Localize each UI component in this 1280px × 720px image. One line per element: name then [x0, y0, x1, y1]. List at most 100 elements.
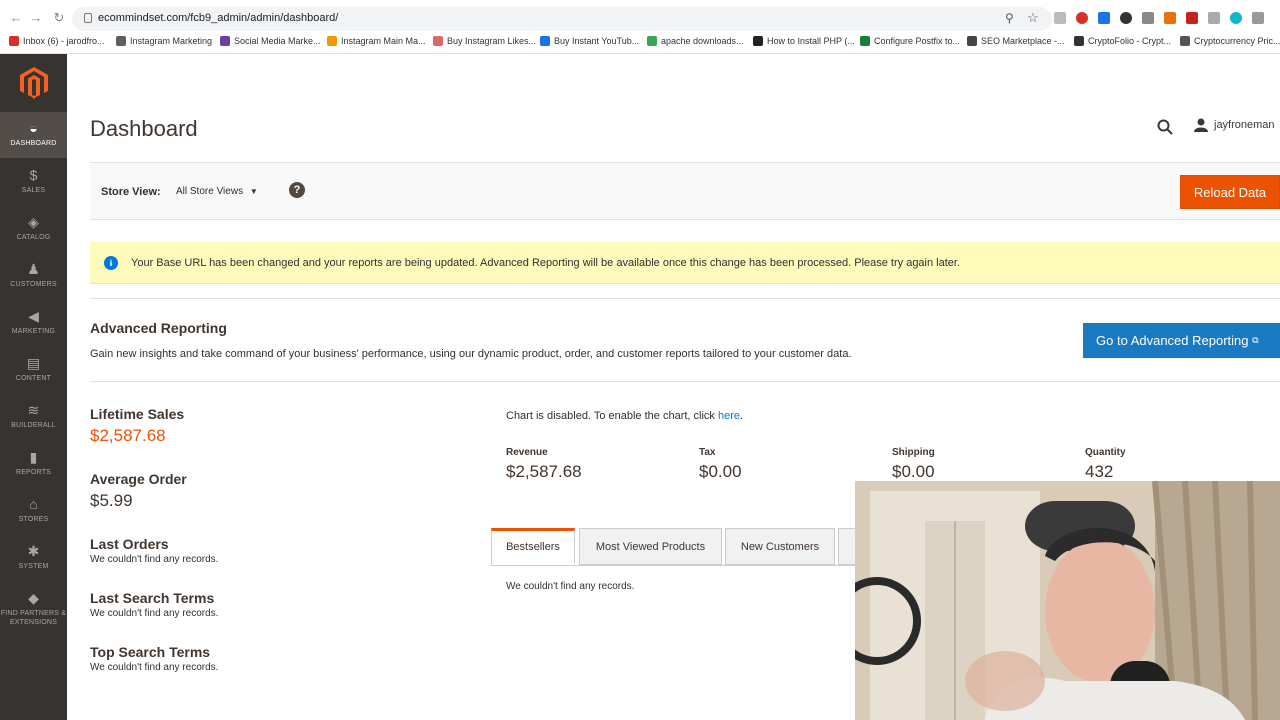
bookmark-favicon-icon [433, 36, 443, 46]
forward-arrow-icon[interactable]: → [28, 10, 44, 25]
lock-icon [84, 13, 92, 23]
system-notice: i Your Base URL has been changed and you… [90, 242, 1280, 284]
sidebar-item-label: SYSTEM [18, 563, 49, 570]
content-icon: ▤ [26, 355, 41, 371]
help-icon[interactable]: ? [289, 182, 305, 198]
sidebar-item-customers[interactable]: ♟ CUSTOMERS [0, 253, 67, 299]
bookmark-item[interactable]: apache downloads... [647, 36, 744, 46]
user-menu[interactable]: jayfroneman ▼ [1194, 118, 1280, 132]
bookmark-label: Configure Postfix to... [874, 36, 961, 46]
sidebar-item-stores[interactable]: ⌂ STORES [0, 488, 67, 534]
dollar-icon: $ [29, 167, 38, 183]
bookmark-label: Social Media Marke... [234, 36, 321, 46]
sidebar-item-system[interactable]: ✱ SYSTEM [0, 535, 67, 581]
quantity-label: Quantity [1085, 447, 1126, 458]
bookmark-item[interactable]: Cryptocurrency Pric... [1180, 36, 1280, 46]
enable-chart-link[interactable]: here [718, 410, 740, 422]
sidebar-item-catalog[interactable]: ◈ CATALOG [0, 206, 67, 252]
tab-most-viewed-products[interactable]: Most Viewed Products [579, 528, 722, 565]
address-row: ← → ↻ ecommindset.com/fcb9_admin/admin/d… [0, 4, 1280, 32]
bookmark-item[interactable]: Buy Instagram Likes... [433, 36, 536, 46]
extension-chart-icon[interactable] [1186, 12, 1198, 24]
bookmarks-bar: Inbox (6) - jarodfro... Instagram Marketi… [0, 34, 1280, 50]
reload-page-icon[interactable]: ↻ [51, 10, 67, 26]
extension-adblock-icon[interactable] [1076, 12, 1088, 24]
sidebar-item-label: CATALOG [16, 234, 51, 241]
bookmark-item[interactable]: Inbox (6) - jarodfro... [9, 36, 105, 46]
bookmark-label: Instagram Main Ma... [341, 36, 426, 46]
username: jayfroneman [1214, 119, 1275, 131]
extension-teal-icon[interactable] [1230, 12, 1242, 24]
bookmark-label: SEO Marketplace -... [981, 36, 1065, 46]
bookmark-item[interactable]: SEO Marketplace -... [967, 36, 1065, 46]
sidebar-item-content[interactable]: ▤ CONTENT [0, 347, 67, 393]
store-view-selected: All Store Views [176, 186, 244, 197]
sidebar-item-label: MARKETING [11, 328, 56, 335]
extension-menu-icon[interactable] [1252, 12, 1264, 24]
extensions-icon: ◆ [28, 590, 39, 606]
extension-iq-icon[interactable] [1098, 12, 1110, 24]
tax-value: $0.00 [699, 462, 742, 481]
reload-data-button[interactable]: Reload Data [1180, 175, 1280, 209]
search-icon[interactable] [1157, 119, 1173, 135]
sidebar-item-reports[interactable]: ▮ REPORTS [0, 441, 67, 487]
zoom-icon[interactable]: ⚲ [1005, 11, 1014, 25]
tab-empty-message: We couldn't find any records. [506, 581, 635, 592]
magento-logo-icon [19, 67, 48, 99]
tab-new-customers[interactable]: New Customers [725, 528, 835, 565]
external-link-icon: ⧉ [1252, 335, 1259, 345]
bookmark-label: Buy Instagram Likes... [447, 36, 537, 46]
extension-gray-icon[interactable] [1208, 12, 1220, 24]
extension-grid-icon[interactable] [1142, 12, 1154, 24]
extension-cloud-icon[interactable] [1054, 12, 1066, 24]
extension-dark-icon[interactable] [1120, 12, 1132, 24]
advanced-reporting-button[interactable]: Go to Advanced Reporting ⧉ [1083, 323, 1280, 358]
advanced-reporting-description: Gain new insights and take command of yo… [90, 348, 852, 360]
bookmark-label: Instagram Marketing [130, 36, 213, 46]
sidebar-item-marketing[interactable]: ◀ MARKETING [0, 300, 67, 346]
tab-bestsellers[interactable]: Bestsellers [491, 528, 575, 565]
revenue-label: Revenue [506, 447, 548, 458]
store-view-switcher[interactable]: All Store Views ▼ [176, 186, 258, 197]
extension-code-icon[interactable] [1164, 12, 1176, 24]
back-arrow-icon[interactable]: ← [8, 10, 24, 25]
gear-icon: ✱ [27, 543, 40, 559]
bookmark-favicon-icon [116, 36, 126, 46]
bookmark-item[interactable]: Instagram Marketing [116, 36, 212, 46]
bookmark-item[interactable]: Instagram Main Ma... [327, 36, 426, 46]
bookmark-item[interactable]: How to Install PHP (... [753, 36, 855, 46]
bookmark-label: Inbox (6) - jarodfro... [23, 36, 105, 46]
bookmark-favicon-icon [1180, 36, 1190, 46]
bookmark-label: How to Install PHP (... [767, 36, 855, 46]
last-search-terms-empty: We couldn't find any records. [90, 608, 219, 619]
address-bar[interactable]: ecommindset.com/fcb9_admin/admin/dashboa… [72, 7, 1052, 31]
lifetime-sales-label: Lifetime Sales [90, 406, 185, 422]
last-search-terms-title: Last Search Terms [90, 590, 215, 606]
bookmark-item[interactable]: Buy Instant YouTub... [540, 36, 639, 46]
sidebar-item-sales[interactable]: $ SALES [0, 159, 67, 205]
shipping-label: Shipping [892, 447, 935, 458]
sidebar-item-label: CONTENT [15, 375, 52, 382]
last-orders-empty: We couldn't find any records. [90, 554, 219, 565]
sidebar-item-find-partners-extensions[interactable]: ◆ FIND PARTNERS & EXTENSIONS [0, 582, 67, 638]
magento-logo[interactable] [0, 54, 67, 112]
sidebar-item-label: STORES [18, 516, 49, 523]
admin-sidebar: ◒ DASHBOARD $ SALES ◈ CATALOG ♟ CUSTOMERS ◀ MARKE… [0, 54, 67, 720]
sidebar-item-builderall[interactable]: ≋ BUILDERALL [0, 394, 67, 440]
store-icon: ⌂ [29, 496, 38, 512]
sidebar-item-label: DASHBOARD [10, 140, 57, 147]
bookmark-label: apache downloads... [661, 36, 744, 46]
average-order-value: $5.99 [90, 491, 133, 510]
star-icon[interactable]: ☆ [1027, 10, 1039, 26]
bookmark-item[interactable]: Social Media Marke... [220, 36, 321, 46]
sidebar-item-label: CUSTOMERS [10, 281, 57, 288]
webcam-person-image [855, 481, 1280, 720]
bookmark-label: Cryptocurrency Pric... [1194, 36, 1280, 46]
bookmark-item[interactable]: CryptoFolio - Crypt... [1074, 36, 1171, 46]
bookmark-favicon-icon [753, 36, 763, 46]
bookmark-item[interactable]: Configure Postfix to... [860, 36, 960, 46]
webcam-overlay [855, 481, 1280, 720]
sidebar-item-dashboard[interactable]: ◒ DASHBOARD [0, 112, 67, 158]
store-view-label: Store View: [101, 186, 161, 198]
bookmark-label: CryptoFolio - Crypt... [1088, 36, 1172, 46]
